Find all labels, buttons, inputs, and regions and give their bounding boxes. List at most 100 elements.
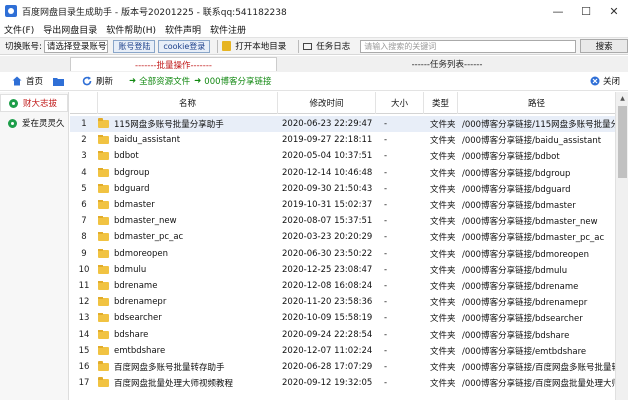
parent-folder-button[interactable] [53, 77, 65, 86]
sidebar-account-2[interactable]: 爱在灵灵久 [0, 114, 68, 132]
file-path: /000博客分享链接/bdmaster_new [462, 217, 598, 228]
table-row[interactable]: 1 115网盘多账号批量分享助手 2020-06-23 22:29:47- 文件夹/0… [70, 116, 615, 133]
menu-export[interactable]: 导出网盘目录 [43, 23, 97, 36]
menu-register[interactable]: 软件注册 [210, 23, 246, 36]
close-window-button[interactable]: ✕ [600, 0, 628, 22]
home-button[interactable]: 首页 [12, 75, 43, 87]
row-index: 15 [78, 345, 90, 356]
column-header-time[interactable]: 修改时间 [278, 92, 376, 114]
table-row[interactable]: 9 bdmoreopen 2020-06-30 23:50:22- 文件夹/000博客… [70, 246, 615, 262]
table-header: 名称 修改时间 大小 类型 路径 [70, 92, 615, 114]
table-row[interactable]: 5 bdguard 2020-09-30 21:50:43- 文件夹/000博客分享链… [70, 181, 615, 197]
search-input[interactable]: 请输入搜索的关键词 [360, 39, 577, 53]
breadcrumb-current-folder[interactable]: ➜ 000博客分享链接 [194, 75, 271, 87]
task-log-label: 任务日志 [316, 42, 351, 52]
file-path: /000博客分享链接/bdmaster_pc_ac [462, 233, 605, 244]
modified-time: 2020-09-12 19:32:05 [282, 378, 373, 389]
file-name-cell[interactable]: bdmaster_new [98, 216, 278, 226]
scroll-up-icon[interactable]: ▲ [616, 92, 628, 105]
file-name-cell[interactable]: bdmulu [98, 264, 278, 275]
table-row[interactable]: 14 bdshare 2020-09-24 22:28:54- 文件夹/000博客分享… [70, 326, 615, 342]
breadcrumb-arrow-icon: ➜ [194, 76, 202, 86]
account-login-button[interactable]: 账号登陆 [113, 39, 156, 53]
account-icon [8, 118, 17, 128]
search-button[interactable]: 搜索 [580, 39, 628, 53]
table-row[interactable]: 15 emtbdshare 2020-12-07 11:02:24- 文件夹/000博… [70, 343, 615, 359]
file-name: bdrenamepr [114, 297, 167, 308]
file-name-cell[interactable]: bdshare [98, 329, 278, 340]
file-type: 文件夹 [430, 362, 456, 373]
file-name-cell[interactable]: bdguard [98, 183, 278, 194]
file-name-cell[interactable]: 115网盘多账号批量分享助手 [98, 118, 278, 130]
table-row[interactable]: 8 bdmaster_pc_ac 2020-03-23 20:20:29- 文件夹/0… [70, 229, 615, 245]
close-label: 关闭 [602, 77, 620, 87]
file-name-cell[interactable]: bdbot [98, 151, 278, 161]
folder-icon [98, 216, 109, 226]
file-table: 名称 修改时间 大小 类型 路径 1 115网盘多账号批量分享助手 2020-06-… [70, 92, 615, 400]
cookie-login-button[interactable]: cookie登录 [158, 39, 211, 53]
table-row[interactable]: 12 bdrenamepr 2020-11-20 23:58:36- 文件夹/000博… [70, 294, 615, 310]
tab-task-list[interactable]: ------任务列表------ [282, 57, 612, 71]
file-name-cell[interactable]: bdmaster [98, 200, 278, 210]
file-name-cell[interactable]: bdsearcher [98, 313, 278, 323]
file-name-cell[interactable]: 百度网盘多账号批量转存助手 [98, 360, 278, 373]
tab-batch-operations[interactable]: -------批量操作------- [70, 57, 277, 71]
menu-statement[interactable]: 软件声明 [165, 23, 201, 36]
minimize-button[interactable]: — [544, 0, 572, 22]
table-row[interactable]: 16 百度网盘多账号批量转存助手 2020-06-28 17:07:29- 文件夹/0… [70, 359, 615, 375]
file-type: 文件夹 [430, 233, 456, 244]
open-local-dir-label: 打开本地目录 [235, 42, 287, 52]
file-size: - [384, 183, 388, 194]
column-header-name[interactable]: 名称 [98, 92, 278, 114]
file-name-cell[interactable]: bdrename [98, 280, 278, 291]
file-name-cell[interactable]: bdmoreopen [98, 248, 278, 259]
breadcrumb-current-label: 000博客分享链接 [204, 77, 272, 87]
open-local-dir-button[interactable]: 打开本地目录 [222, 40, 286, 52]
sidebar-account-1[interactable]: 财大志拔 [0, 94, 68, 112]
task-log-button[interactable]: 任务日志 [303, 40, 350, 52]
file-path: /000博客分享链接/bdgroup [462, 168, 571, 179]
table-body: 1 115网盘多账号批量分享助手 2020-06-23 22:29:47- 文件夹/0… [70, 116, 615, 391]
close-tab-button[interactable]: 关闭 [590, 75, 620, 87]
file-name-cell[interactable]: emtbdshare [98, 345, 278, 356]
menu-file[interactable]: 文件(F) [4, 23, 34, 36]
file-name: bdgroup [114, 167, 150, 178]
file-type: 文件夹 [430, 152, 456, 163]
account-icon [9, 98, 18, 108]
file-size: - [384, 200, 388, 211]
file-name: emtbdshare [114, 345, 166, 356]
row-index: 1 [81, 119, 87, 130]
table-row[interactable]: 10 bdmulu 2020-12-25 23:08:47- 文件夹/000博客分享链… [70, 262, 615, 278]
table-row[interactable]: 7 bdmaster_new 2020-08-07 15:37:51- 文件夹/000… [70, 213, 615, 229]
file-name-cell[interactable]: bdmaster_pc_ac [98, 232, 278, 242]
folder-icon [98, 297, 109, 307]
file-name-cell[interactable]: 百度网盘批量处理大师视频教程 [98, 377, 278, 389]
column-header-path[interactable]: 路径 [458, 92, 615, 114]
file-name: 百度网盘多账号批量转存助手 [114, 362, 225, 373]
file-name-cell[interactable]: bdgroup [98, 167, 278, 178]
table-row[interactable]: 11 bdrename 2020-12-08 16:08:24- 文件夹/000博客分… [70, 278, 615, 294]
vertical-scrollbar[interactable]: ▲ [615, 92, 628, 400]
maximize-button[interactable]: ☐ [572, 0, 600, 22]
refresh-button[interactable]: 刷新 [82, 75, 113, 87]
account-select[interactable]: 请选择登录账号 ▼ [43, 39, 109, 53]
file-name: bdmaster_pc_ac [114, 232, 184, 243]
column-header-type[interactable]: 类型 [424, 92, 458, 114]
folder-icon [98, 360, 109, 371]
table-row[interactable]: 6 bdmaster 2019-10-31 15:02:37- 文件夹/000博客分享… [70, 197, 615, 213]
table-row[interactable]: 3 bdbot 2020-05-04 10:37:51- 文件夹/000博客分享链接/… [70, 148, 615, 164]
column-header-index [70, 92, 98, 114]
menu-help[interactable]: 软件帮助(H) [106, 23, 156, 36]
scrollbar-thumb[interactable] [618, 106, 627, 178]
row-index: 8 [81, 232, 87, 243]
chevron-down-icon: ▼ [106, 43, 107, 50]
breadcrumb-all-files[interactable]: ➜ 全部资源文件 [129, 75, 190, 87]
table-row[interactable]: 2 baidu_assistant 2019-09-27 22:18:11- 文件夹 /… [70, 132, 615, 148]
file-name-cell[interactable]: bdrenamepr [98, 297, 278, 307]
table-row[interactable]: 13 bdsearcher 2020-10-09 15:58:19- 文件夹/000博… [70, 310, 615, 326]
table-row[interactable]: 4 bdgroup 2020-12-14 10:46:48- 文件夹/000博客分享链… [70, 165, 615, 181]
file-size: - [384, 232, 388, 243]
file-name-cell[interactable]: baidu_assistant [98, 135, 278, 145]
column-header-size[interactable]: 大小 [376, 92, 424, 114]
table-row[interactable]: 17 百度网盘批量处理大师视频教程 2020-09-12 19:32:05- 文件夹 /… [70, 375, 615, 391]
